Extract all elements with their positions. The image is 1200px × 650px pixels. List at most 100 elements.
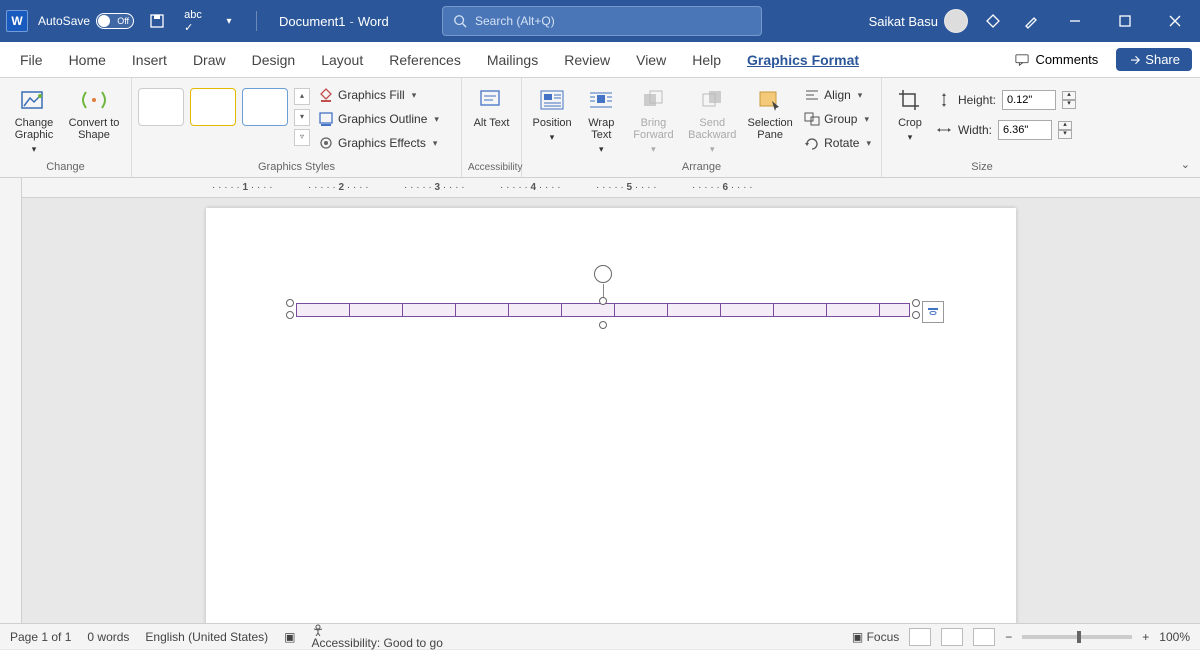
qat-more-icon[interactable]: ▾ xyxy=(216,8,242,34)
save-icon[interactable] xyxy=(144,8,170,34)
status-language[interactable]: English (United States) xyxy=(145,630,268,644)
collapse-ribbon-icon[interactable]: ⌄ xyxy=(1181,158,1190,171)
tab-review[interactable]: Review xyxy=(552,46,622,74)
send-backward-icon xyxy=(698,86,726,114)
layout-options-icon[interactable] xyxy=(922,301,944,323)
rotate-icon xyxy=(804,136,820,150)
status-words[interactable]: 0 words xyxy=(87,630,129,644)
tab-insert[interactable]: Insert xyxy=(120,46,179,74)
resize-handle[interactable] xyxy=(912,311,920,319)
focus-mode-button[interactable]: ▣ Focus xyxy=(852,630,899,644)
resize-handle[interactable] xyxy=(599,321,607,329)
zoom-out-button[interactable]: − xyxy=(1005,630,1012,644)
tab-view[interactable]: View xyxy=(624,46,678,74)
vertical-ruler[interactable] xyxy=(0,178,22,623)
tab-design[interactable]: Design xyxy=(240,46,308,74)
document-title[interactable]: Document1-Word xyxy=(279,14,389,29)
graphics-fill-button[interactable]: Graphics Fill xyxy=(314,84,443,106)
tab-layout[interactable]: Layout xyxy=(309,46,375,74)
search-icon xyxy=(453,14,467,28)
graphics-effects-button[interactable]: Graphics Effects xyxy=(314,132,443,154)
search-box[interactable]: Search (Alt+Q) xyxy=(442,6,762,36)
wrap-text-button[interactable]: Wrap Text▾ xyxy=(580,82,622,159)
style-more-icon[interactable]: ▿ xyxy=(294,129,310,146)
resize-handle[interactable] xyxy=(286,299,294,307)
position-icon xyxy=(538,86,566,114)
status-page[interactable]: Page 1 of 1 xyxy=(10,630,71,644)
comments-button[interactable]: Comments xyxy=(1005,48,1108,71)
rotate-button[interactable]: Rotate xyxy=(800,132,875,154)
read-mode-icon[interactable] xyxy=(909,628,931,646)
horizontal-ruler[interactable]: · · · · · 1 · · · · · · · · · 2 · · · · … xyxy=(22,178,1200,198)
status-bar: Page 1 of 1 0 words English (United Stat… xyxy=(0,623,1200,649)
group-button[interactable]: Group xyxy=(800,108,875,130)
align-button[interactable]: Align xyxy=(800,84,875,106)
wrap-text-icon xyxy=(587,86,615,114)
page[interactable] xyxy=(206,208,1016,623)
user-account[interactable]: Saikat Basu xyxy=(869,9,968,33)
diamond-icon[interactable] xyxy=(980,8,1006,34)
zoom-slider[interactable] xyxy=(1022,635,1132,639)
style-thumb-1[interactable] xyxy=(138,88,184,126)
user-name: Saikat Basu xyxy=(869,14,938,29)
spellcheck-icon[interactable]: abc✓ xyxy=(180,8,206,34)
height-spinner[interactable]: ▴▾ xyxy=(1062,91,1076,109)
autosave-toggle[interactable]: Off xyxy=(96,13,134,29)
work-area: · · · · · 1 · · · · · · · · · 2 · · · · … xyxy=(0,178,1200,623)
zoom-level[interactable]: 100% xyxy=(1159,630,1190,644)
web-layout-icon[interactable] xyxy=(973,628,995,646)
selected-graphic[interactable] xyxy=(296,303,910,323)
width-icon xyxy=(936,122,952,138)
bring-forward-button[interactable]: Bring Forward▾ xyxy=(626,82,680,159)
alt-text-icon xyxy=(478,86,506,114)
width-spinner[interactable]: ▴▾ xyxy=(1058,121,1072,139)
rotate-handle-icon[interactable] xyxy=(594,265,612,283)
tab-draw[interactable]: Draw xyxy=(181,46,238,74)
group-arrange: Position▾ Wrap Text▾ Bring Forward▾ Send… xyxy=(522,78,882,177)
group-label-arrange: Arrange xyxy=(528,159,875,175)
share-button[interactable]: Share xyxy=(1116,48,1192,71)
selection-pane-button[interactable]: Selection Pane xyxy=(744,82,796,145)
tab-graphics-format[interactable]: Graphics Format xyxy=(735,46,871,74)
print-layout-icon[interactable] xyxy=(941,628,963,646)
group-size: Crop▾ Height: ▴▾ Width: ▴▾ Size xyxy=(882,78,1082,177)
avatar-icon xyxy=(944,9,968,33)
alt-text-button[interactable]: Alt Text xyxy=(468,82,515,133)
position-button[interactable]: Position▾ xyxy=(528,82,576,147)
tab-home[interactable]: Home xyxy=(57,46,118,74)
width-input[interactable] xyxy=(998,120,1052,140)
ribbon-tabs: File Home Insert Draw Design Layout Refe… xyxy=(0,42,1200,78)
zoom-in-button[interactable]: + xyxy=(1142,630,1149,644)
crop-button[interactable]: Crop▾ xyxy=(888,82,932,147)
resize-handle[interactable] xyxy=(286,311,294,319)
style-down-icon[interactable]: ▾ xyxy=(294,109,310,126)
tab-references[interactable]: References xyxy=(377,46,473,74)
style-up-icon[interactable]: ▴ xyxy=(294,88,310,105)
accessibility-icon xyxy=(312,624,324,636)
graphics-outline-button[interactable]: Graphics Outline xyxy=(314,108,443,130)
share-icon xyxy=(1128,54,1140,66)
style-thumb-3[interactable] xyxy=(242,88,288,126)
tab-file[interactable]: File xyxy=(8,46,55,74)
convert-to-shape-button[interactable]: Convert to Shape xyxy=(66,82,122,145)
change-graphic-button[interactable]: Change Graphic▾ xyxy=(6,82,62,159)
height-input[interactable] xyxy=(1002,90,1056,110)
minimize-button[interactable] xyxy=(1056,5,1094,37)
macro-icon[interactable]: ▣ xyxy=(284,630,295,644)
height-row: Height: ▴▾ xyxy=(936,88,1076,112)
title-right: Saikat Basu xyxy=(869,5,1194,37)
ribbon: Change Graphic▾ Convert to Shape Change … xyxy=(0,78,1200,178)
tab-help[interactable]: Help xyxy=(680,46,733,74)
document-canvas[interactable] xyxy=(22,198,1200,623)
style-thumb-2[interactable] xyxy=(190,88,236,126)
tab-mailings[interactable]: Mailings xyxy=(475,46,550,74)
status-accessibility[interactable]: Accessibility: Good to go xyxy=(312,624,443,650)
resize-handle[interactable] xyxy=(599,297,607,305)
align-icon xyxy=(804,88,820,102)
send-backward-button[interactable]: Send Backward▾ xyxy=(684,82,740,159)
close-button[interactable] xyxy=(1156,5,1194,37)
maximize-button[interactable] xyxy=(1106,5,1144,37)
style-gallery-nav: ▴ ▾ ▿ xyxy=(294,88,310,146)
resize-handle[interactable] xyxy=(912,299,920,307)
pen-icon[interactable] xyxy=(1018,8,1044,34)
